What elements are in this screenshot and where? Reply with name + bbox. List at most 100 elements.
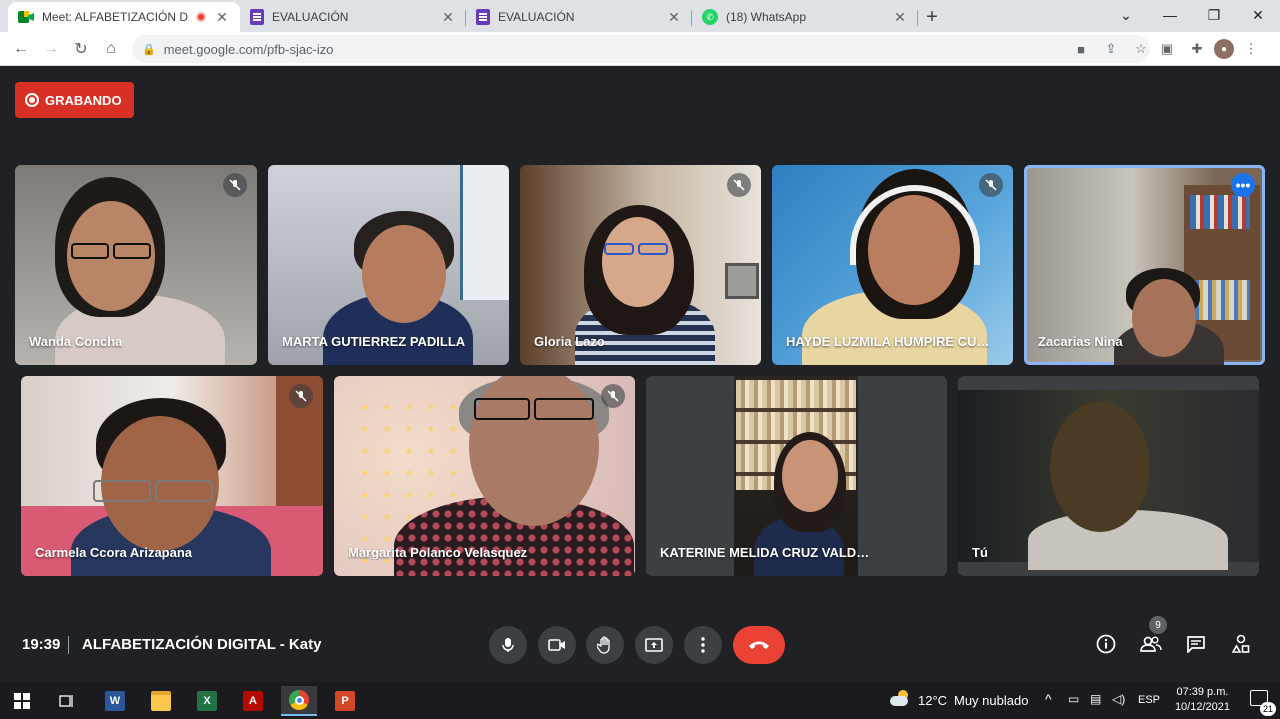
tab-meet[interactable]: Meet: ALFABETIZACIÓN DIGITAL ✕ <box>8 2 240 32</box>
divider <box>68 636 69 654</box>
hang-up-button[interactable] <box>733 626 785 664</box>
acrobat-taskbar-button[interactable]: A <box>235 686 271 716</box>
input-language[interactable]: ESP <box>1138 694 1160 706</box>
participant-tile[interactable]: Margarita Polanco Velasquez <box>334 376 635 576</box>
battery-icon[interactable]: ▭ <box>1068 692 1079 706</box>
meeting-clock: 19:39 <box>22 636 61 653</box>
hang-up-icon <box>749 641 769 649</box>
close-tab-icon[interactable]: ✕ <box>214 9 230 26</box>
participant-tile[interactable]: HAYDE LUZMILA HUMPIRE CUTI... <box>772 165 1013 365</box>
bookmark-star-icon[interactable]: ☆ <box>1128 36 1154 62</box>
close-window-button[interactable]: ✕ <box>1236 0 1280 30</box>
forward-icon[interactable]: → <box>36 34 66 64</box>
people-button[interactable] <box>1137 630 1165 658</box>
glasses <box>474 398 530 420</box>
more-options-icon[interactable]: ••• <box>1231 173 1255 197</box>
wall-poster <box>460 165 509 300</box>
acrobat-icon: A <box>243 691 263 711</box>
microphone-button[interactable] <box>489 626 527 664</box>
minimize-button[interactable]: — <box>1148 0 1192 30</box>
more-options-button[interactable] <box>684 626 722 664</box>
google-forms-icon <box>250 9 264 25</box>
camera-button[interactable] <box>538 626 576 664</box>
profile-avatar[interactable]: ● <box>1214 39 1234 59</box>
present-screen-button[interactable] <box>635 626 673 664</box>
file-explorer-taskbar-button[interactable] <box>143 686 179 716</box>
mic-off-icon <box>601 384 625 408</box>
powerpoint-taskbar-button[interactable]: P <box>327 686 363 716</box>
extension-icon[interactable]: ▣ <box>1154 36 1180 62</box>
share-icon[interactable]: ⇪ <box>1098 36 1124 62</box>
tab-separator <box>917 10 918 26</box>
url-text: meet.google.com/pfb-sjac-izo <box>163 41 334 57</box>
tab-title: EVALUACIÓN <box>498 10 575 24</box>
close-tab-icon[interactable]: ✕ <box>892 9 908 26</box>
reload-icon[interactable]: ↻ <box>66 34 96 64</box>
show-hidden-icons-chevron-icon[interactable]: ^ <box>1045 691 1052 707</box>
address-bar: ← → ↻ ⌂ 🔒 meet.google.com/pfb-sjac-izo ■… <box>0 32 1280 66</box>
recording-badge[interactable]: GRABANDO <box>15 82 134 118</box>
participant-tile[interactable]: ••• Zacarias Nina <box>1024 165 1265 365</box>
lock-icon[interactable]: 🔒 <box>142 43 156 56</box>
weather-cloud-icon[interactable] <box>888 690 912 710</box>
participant-face <box>782 440 838 512</box>
camera-in-use-icon[interactable]: ■ <box>1068 36 1094 62</box>
participant-tile[interactable]: MARTA GUTIERREZ PADILLA <box>268 165 509 365</box>
meeting-details-button[interactable] <box>1092 630 1120 658</box>
chrome-taskbar-button[interactable] <box>281 686 317 716</box>
close-tab-icon[interactable]: ✕ <box>440 9 456 26</box>
raise-hand-button[interactable] <box>586 626 624 664</box>
participant-tile[interactable]: Tú <box>958 376 1259 576</box>
participant-tile[interactable]: Gloria Lazo <box>520 165 761 365</box>
url-field[interactable]: 🔒 meet.google.com/pfb-sjac-izo <box>132 35 1150 63</box>
participant-tile[interactable]: Wanda Concha <box>15 165 257 365</box>
tab-title: EVALUACIÓN <box>272 10 349 24</box>
word-taskbar-button[interactable]: W <box>97 686 133 716</box>
windows-start-button[interactable] <box>4 686 40 716</box>
chrome-menu-icon[interactable]: ⋮ <box>1238 36 1264 62</box>
glasses <box>155 480 213 502</box>
participant-face <box>1132 279 1196 357</box>
participant-tile[interactable]: Carmela Ccora Arizapana <box>21 376 323 576</box>
close-tab-icon[interactable]: ✕ <box>666 9 682 26</box>
participant-tile[interactable]: KATERINE MELIDA CRUZ VALDIVIA <box>646 376 947 576</box>
word-icon: W <box>105 691 125 711</box>
tab-evaluacion-1[interactable]: EVALUACIÓN ✕ <box>240 2 466 32</box>
participant-name: Margarita Polanco Velasquez <box>348 545 528 560</box>
participant-name: Gloria Lazo <box>534 334 605 349</box>
task-view-button[interactable] <box>49 686 85 716</box>
back-icon[interactable]: ← <box>6 34 36 64</box>
new-tab-button[interactable]: + <box>918 2 946 32</box>
glasses <box>638 243 668 255</box>
system-clock[interactable]: 07:39 p.m. 10/12/2021 <box>1175 685 1230 715</box>
network-icon[interactable]: ▤ <box>1090 692 1101 706</box>
windows-start-icon <box>14 693 30 709</box>
mic-off-icon <box>289 384 313 408</box>
powerpoint-icon: P <box>335 691 355 711</box>
clock-time: 07:39 p.m. <box>1176 686 1229 698</box>
participant-name: Tú <box>972 545 988 560</box>
google-forms-icon <box>476 9 490 25</box>
tab-search-button[interactable]: ⌄ <box>1104 0 1148 30</box>
weather-temperature[interactable]: 12°C <box>918 693 947 708</box>
home-icon[interactable]: ⌂ <box>96 34 126 64</box>
microphone-icon <box>502 638 514 652</box>
omnibox-actions: ■ ⇪ ☆ <box>1068 35 1154 63</box>
tab-evaluacion-2[interactable]: EVALUACIÓN ✕ <box>466 2 692 32</box>
weather-description[interactable]: Muy nublado <box>954 693 1028 708</box>
chat-button[interactable] <box>1182 630 1210 658</box>
participant-name: Zacarias Nina <box>1038 334 1123 349</box>
volume-icon[interactable]: ◁) <box>1112 692 1125 706</box>
tab-whatsapp[interactable]: ✆ (18) WhatsApp ✕ <box>692 2 918 32</box>
info-icon <box>1096 634 1116 654</box>
activities-button[interactable] <box>1227 630 1255 658</box>
participant-video <box>958 390 1259 570</box>
extensions-puzzle-icon[interactable]: ✚ <box>1184 36 1210 62</box>
browser-tab-bar: Meet: ALFABETIZACIÓN DIGITAL ✕ EVALUACIÓ… <box>0 0 1280 32</box>
mic-off-icon <box>727 173 751 197</box>
restore-button[interactable]: ❐ <box>1192 0 1236 30</box>
people-icon <box>1140 636 1162 652</box>
participant-name: Carmela Ccora Arizapana <box>35 545 193 560</box>
participant-face <box>362 225 446 323</box>
excel-taskbar-button[interactable]: X <box>189 686 225 716</box>
